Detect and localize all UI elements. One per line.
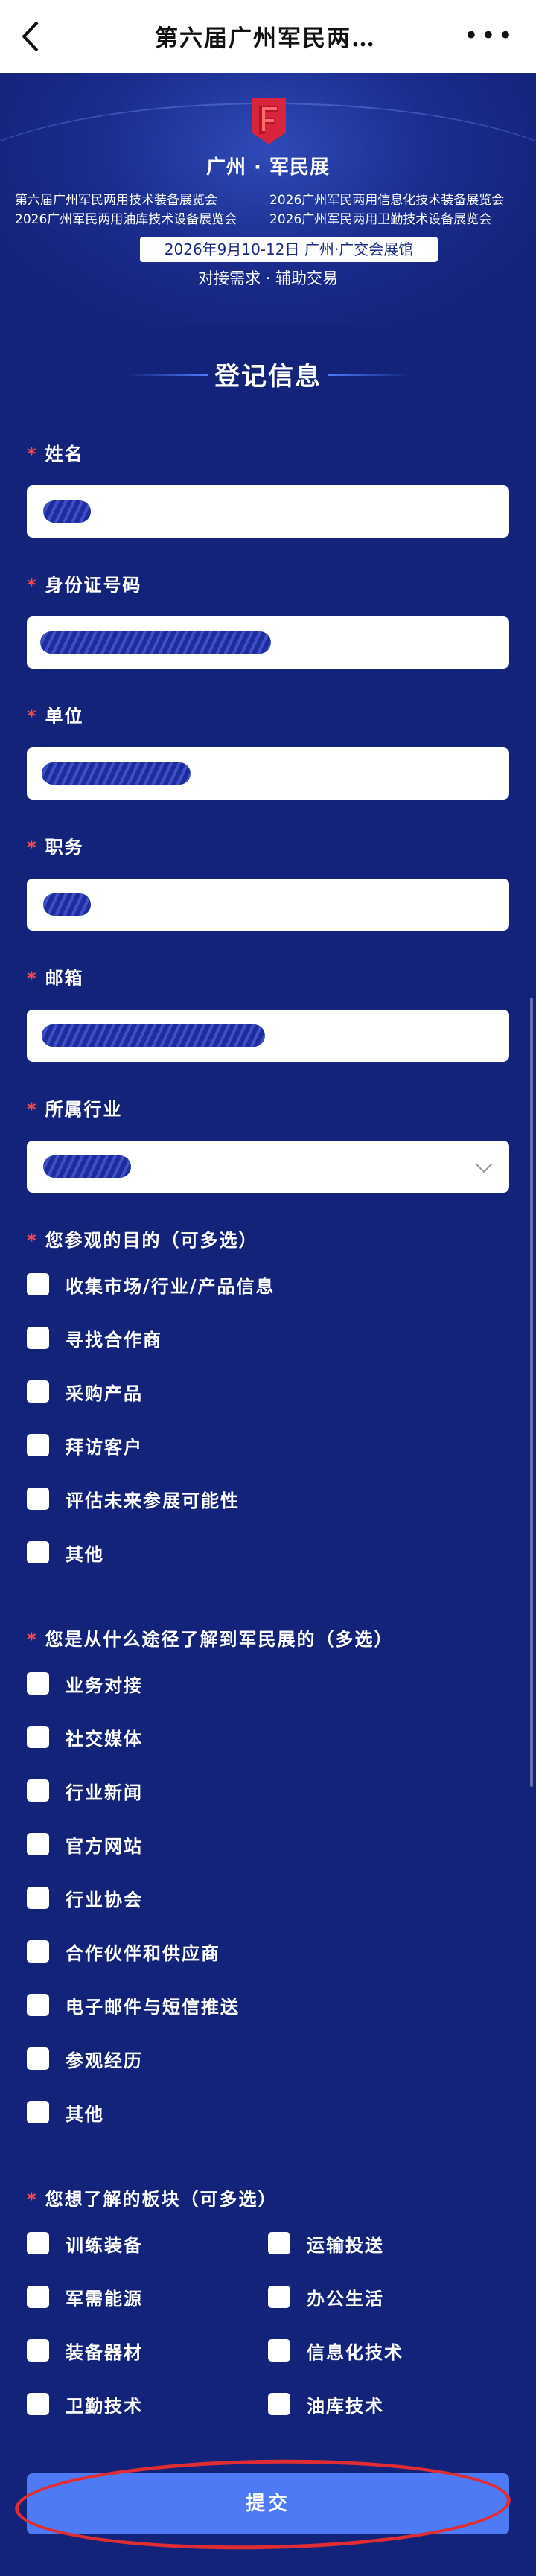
required-mark: * — [27, 706, 38, 727]
exhibition-name: 2026广州军民两用信息化技术装备展览会 — [269, 193, 505, 208]
channel-option-label: 行业新闻 — [66, 1782, 143, 1803]
back-arrow-icon[interactable] — [16, 16, 46, 57]
sector-checkbox[interactable] — [268, 2393, 290, 2415]
brand-name: 广州 · 军民展 — [206, 156, 330, 179]
redacted-value — [42, 762, 191, 785]
more-options-icon[interactable]: ••• — [464, 23, 515, 48]
exhibition-name: 第六届广州军民两用技术装备展览会 — [15, 193, 217, 208]
exhibition-name: 2026广州军民两用油库技术设备展览会 — [15, 212, 237, 227]
purpose-checkbox[interactable] — [27, 1541, 49, 1563]
expo-logo-icon — [252, 98, 286, 144]
sector-checkbox[interactable] — [268, 2232, 290, 2254]
industry-label: * 所属行业 — [27, 1098, 123, 1120]
date-venue-badge: 2026年9月10-12日 广州·广交会展馆 — [140, 237, 438, 262]
channel-checkbox[interactable] — [27, 1726, 49, 1748]
purpose-checkbox[interactable] — [27, 1434, 49, 1456]
channel-option-label: 官方网站 — [66, 1835, 143, 1857]
channel-option-label: 参观经历 — [66, 2050, 143, 2071]
purpose-checkbox[interactable] — [27, 1488, 49, 1510]
slogan: 对接需求 · 辅助交易 — [197, 270, 339, 287]
annotation-circle — [14, 2455, 511, 2554]
sector-option-label: 办公生活 — [307, 2288, 384, 2309]
redacted-value — [43, 500, 91, 523]
company-label: * 单位 — [27, 705, 84, 727]
channel-option-label: 行业协会 — [66, 1889, 143, 1910]
chevron-down-icon — [475, 1155, 493, 1173]
purpose-checkbox[interactable] — [27, 1273, 49, 1295]
sector-label: * 您想了解的板块（可多选） — [27, 2188, 278, 2210]
required-mark: * — [27, 444, 38, 465]
channel-checkbox[interactable] — [27, 1887, 49, 1909]
purpose-checkbox[interactable] — [27, 1327, 49, 1349]
sector-checkbox[interactable] — [268, 2286, 290, 2308]
channel-checkbox[interactable] — [27, 1833, 49, 1855]
industry-select[interactable] — [27, 1141, 509, 1193]
required-mark: * — [27, 575, 38, 596]
required-mark: * — [27, 2189, 38, 2210]
purpose-label: * 您参观的目的（可多选） — [27, 1229, 258, 1251]
redacted-value — [40, 631, 271, 654]
required-mark: * — [27, 1629, 38, 1650]
purpose-checkbox[interactable] — [27, 1380, 49, 1403]
exhibition-name: 2026广州军民两用卫勤技术设备展览会 — [269, 212, 492, 227]
title-divider-right — [328, 374, 409, 376]
position-field[interactable] — [27, 879, 509, 931]
email-label: * 邮箱 — [27, 967, 84, 989]
sector-checkbox[interactable] — [27, 2286, 49, 2308]
purpose-option-label: 寻找合作商 — [66, 1329, 162, 1351]
id-number-field[interactable] — [27, 616, 509, 669]
id-number-label: * 身份证号码 — [27, 574, 142, 596]
scrollbar[interactable] — [530, 998, 533, 1787]
sector-checkbox[interactable] — [27, 2393, 49, 2415]
channel-option-label: 合作伙伴和供应商 — [66, 1942, 220, 1964]
purpose-option-label: 评估未来参展可能性 — [66, 1490, 240, 1511]
channel-option-label: 其他 — [66, 2103, 104, 2125]
section-title: 登记信息 — [214, 362, 322, 392]
redacted-value — [43, 893, 91, 916]
channel-checkbox[interactable] — [27, 2101, 49, 2123]
sector-checkbox[interactable] — [268, 2339, 290, 2362]
redacted-value — [43, 1155, 131, 1178]
position-label: * 职务 — [27, 836, 84, 858]
required-mark: * — [27, 968, 38, 989]
channel-checkbox[interactable] — [27, 1940, 49, 1963]
required-mark: * — [27, 1099, 38, 1120]
channel-option-label: 业务对接 — [66, 1674, 143, 1696]
name-label: * 姓名 — [27, 443, 84, 465]
sector-option-label: 油库技术 — [307, 2395, 384, 2417]
channel-checkbox[interactable] — [27, 2047, 49, 2070]
required-mark: * — [27, 1230, 38, 1251]
channel-checkbox[interactable] — [27, 1779, 49, 1802]
top-bar: 第六届广州军民两… ••• — [0, 0, 536, 73]
channel-checkbox[interactable] — [27, 1672, 49, 1695]
sector-option-label: 信息化技术 — [307, 2341, 403, 2363]
purpose-option-label: 收集市场/行业/产品信息 — [66, 1275, 275, 1297]
redacted-value — [42, 1024, 265, 1047]
sector-checkbox[interactable] — [27, 2339, 49, 2362]
sector-option-label: 装备器材 — [66, 2341, 143, 2363]
purpose-option-label: 采购产品 — [66, 1383, 143, 1404]
sector-option-label: 军需能源 — [66, 2288, 143, 2309]
purpose-option-label: 其他 — [66, 1543, 104, 1565]
channel-option-label: 电子邮件与短信推送 — [66, 1996, 240, 2018]
sector-option-label: 训练装备 — [66, 2234, 143, 2256]
purpose-option-label: 拜访客户 — [66, 1436, 143, 1458]
page-title: 第六届广州军民两… — [155, 25, 376, 52]
channel-checkbox[interactable] — [27, 1994, 49, 2016]
sector-checkbox[interactable] — [27, 2232, 49, 2254]
email-field[interactable] — [27, 1010, 509, 1062]
required-mark: * — [27, 837, 38, 858]
channel-option-label: 社交媒体 — [66, 1728, 143, 1750]
company-field[interactable] — [27, 747, 509, 800]
name-field[interactable] — [27, 485, 509, 538]
sector-option-label: 卫勤技术 — [66, 2395, 143, 2417]
channel-label: * 您是从什么途径了解到军民展的（多选） — [27, 1628, 394, 1650]
sector-option-label: 运输投送 — [307, 2234, 384, 2256]
